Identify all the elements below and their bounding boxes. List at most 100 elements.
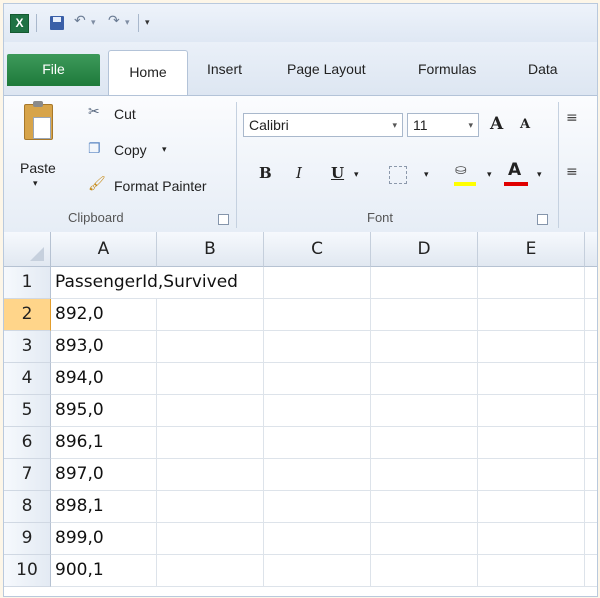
font-size-dropdown-icon[interactable]: ▾: [468, 114, 473, 136]
grid-cell[interactable]: [478, 523, 585, 555]
cut-button[interactable]: Cut: [114, 106, 136, 122]
excel-icon[interactable]: X: [10, 14, 29, 33]
grid-cell[interactable]: [157, 331, 264, 363]
save-icon[interactable]: [50, 16, 64, 30]
font-color-button[interactable]: A: [508, 160, 521, 180]
tab-data[interactable]: Data: [528, 61, 558, 77]
grid-cell[interactable]: [585, 427, 597, 459]
grid-cell[interactable]: 897,0: [51, 459, 157, 491]
row-header[interactable]: 6: [4, 427, 51, 459]
copy-icon[interactable]: ❐: [88, 141, 101, 157]
undo-icon[interactable]: ↶: [74, 13, 86, 29]
align-top-icon[interactable]: ≡: [566, 110, 578, 126]
grid-cell[interactable]: [157, 459, 264, 491]
italic-button[interactable]: I: [296, 164, 302, 182]
grid-cell[interactable]: [264, 427, 371, 459]
grid-cell[interactable]: [371, 459, 478, 491]
grid-cell[interactable]: 899,0: [51, 523, 157, 555]
font-size-select[interactable]: 11 ▾: [407, 113, 479, 137]
grid-cell[interactable]: [478, 459, 585, 491]
grid-cell[interactable]: [371, 523, 478, 555]
grow-font-button[interactable]: A: [490, 114, 503, 134]
format-painter-button[interactable]: Format Painter: [114, 178, 207, 194]
grid-cell[interactable]: [371, 491, 478, 523]
borders-icon[interactable]: [389, 166, 407, 184]
font-name-select[interactable]: Calibri ▾: [243, 113, 403, 137]
redo-icon[interactable]: ↷: [108, 13, 120, 29]
scissors-icon[interactable]: ✂: [88, 104, 100, 120]
grid-cell[interactable]: [585, 331, 597, 363]
grid-cell[interactable]: [585, 459, 597, 491]
grid-cell[interactable]: [371, 555, 478, 587]
align-left-icon[interactable]: ≡: [566, 164, 578, 180]
row-header[interactable]: 4: [4, 363, 51, 395]
column-header-e[interactable]: E: [478, 232, 585, 267]
grid-cell[interactable]: [585, 555, 597, 587]
grid-cell[interactable]: [264, 331, 371, 363]
grid-cell[interactable]: [478, 491, 585, 523]
row-header[interactable]: 8: [4, 491, 51, 523]
grid-cell[interactable]: [478, 363, 585, 395]
grid-cell[interactable]: 896,1: [51, 427, 157, 459]
fill-color-dropdown-icon[interactable]: ▾: [487, 169, 492, 180]
font-dialog-launcher[interactable]: [537, 214, 548, 225]
undo-dropdown-icon[interactable]: ▾: [91, 18, 96, 28]
grid-cell[interactable]: [264, 491, 371, 523]
tab-insert[interactable]: Insert: [207, 61, 242, 77]
grid-cell[interactable]: [585, 395, 597, 427]
tab-file[interactable]: File: [7, 54, 100, 86]
column-header-f[interactable]: [585, 232, 597, 267]
grid-cell[interactable]: [264, 523, 371, 555]
borders-dropdown-icon[interactable]: ▾: [424, 169, 429, 180]
paste-icon[interactable]: [24, 101, 53, 140]
grid-cell[interactable]: [264, 299, 371, 331]
underline-button[interactable]: U: [331, 164, 344, 182]
redo-dropdown-icon[interactable]: ▾: [125, 18, 130, 28]
paste-dropdown-icon[interactable]: ▾: [33, 178, 38, 189]
grid-cell[interactable]: [157, 363, 264, 395]
column-header-d[interactable]: D: [371, 232, 478, 267]
grid-cell[interactable]: [478, 555, 585, 587]
shrink-font-button[interactable]: A: [520, 117, 530, 132]
grid-cell[interactable]: [157, 523, 264, 555]
format-painter-icon[interactable]: 🖌: [88, 176, 106, 192]
grid-cell[interactable]: [157, 491, 264, 523]
fill-color-icon[interactable]: ⛀: [455, 162, 467, 178]
copy-dropdown-icon[interactable]: ▾: [162, 144, 167, 155]
grid-cell[interactable]: [585, 299, 597, 331]
grid-cell[interactable]: [264, 555, 371, 587]
grid-cell[interactable]: [585, 267, 597, 299]
grid-cell[interactable]: [157, 555, 264, 587]
grid-cell[interactable]: [264, 459, 371, 491]
row-header[interactable]: 7: [4, 459, 51, 491]
font-color-dropdown-icon[interactable]: ▾: [537, 169, 542, 180]
column-header-a[interactable]: A: [51, 232, 157, 267]
grid-cell[interactable]: 894,0: [51, 363, 157, 395]
underline-dropdown-icon[interactable]: ▾: [354, 169, 359, 180]
grid-cell[interactable]: [264, 395, 371, 427]
tab-page-layout[interactable]: Page Layout: [287, 61, 366, 77]
tab-home[interactable]: Home: [108, 50, 188, 96]
row-header[interactable]: 2: [4, 299, 51, 331]
row-header[interactable]: 3: [4, 331, 51, 363]
grid-cell[interactable]: [157, 395, 264, 427]
column-header-b[interactable]: B: [157, 232, 264, 267]
row-header[interactable]: 10: [4, 555, 51, 587]
grid-cell[interactable]: [585, 523, 597, 555]
grid-cell[interactable]: 892,0: [51, 299, 157, 331]
select-all-corner[interactable]: [4, 232, 51, 267]
grid-cell[interactable]: [371, 299, 478, 331]
grid-cell[interactable]: [371, 267, 478, 299]
customize-dropdown-icon[interactable]: ▾: [145, 18, 150, 28]
grid-cell[interactable]: PassengerId,Survived: [51, 267, 238, 299]
font-name-dropdown-icon[interactable]: ▾: [392, 114, 397, 136]
grid-cell[interactable]: [478, 299, 585, 331]
paste-button[interactable]: Paste: [20, 160, 56, 176]
grid-cell[interactable]: [371, 363, 478, 395]
grid-cell[interactable]: [157, 299, 264, 331]
grid-cell[interactable]: 898,1: [51, 491, 157, 523]
grid-cell[interactable]: [371, 427, 478, 459]
tab-formulas[interactable]: Formulas: [418, 61, 476, 77]
row-header[interactable]: 1: [4, 267, 51, 299]
grid-cell[interactable]: 900,1: [51, 555, 157, 587]
